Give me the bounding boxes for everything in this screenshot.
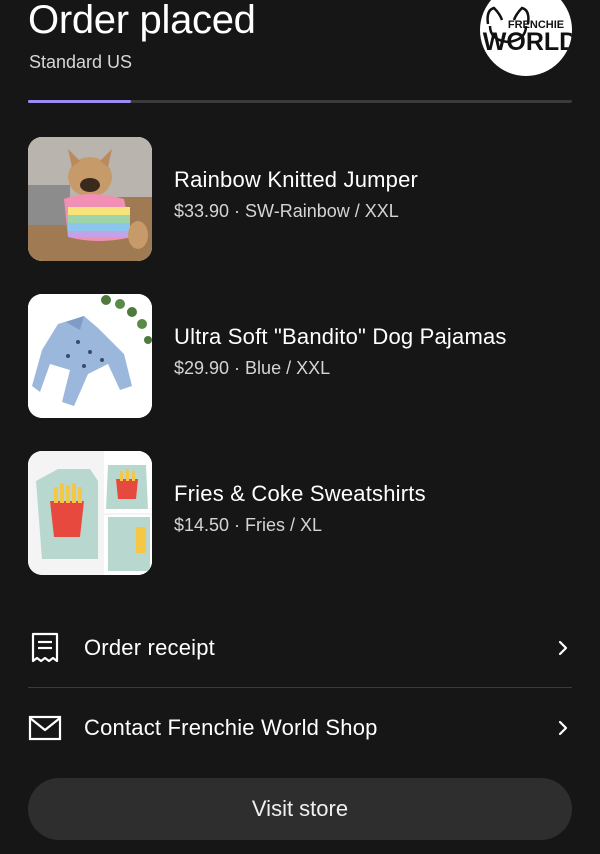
order-progress-bar [28, 100, 572, 103]
item-price-variant: $33.90 · SW-Rainbow / XXL [174, 201, 399, 221]
order-item[interactable]: Rainbow Knitted Jumper $33.90 · SW-Rainb… [28, 137, 572, 261]
item-price-variant: $29.90 · Blue / XXL [174, 358, 331, 378]
chevron-right-icon [558, 720, 568, 736]
divider [28, 687, 572, 688]
envelope-icon [28, 715, 62, 741]
item-name: Fries & Coke Sweatshirts [174, 481, 426, 506]
product-image-bandito-pajamas [28, 294, 152, 418]
order-item[interactable]: Fries & Coke Sweatshirts $14.50 · Fries … [28, 451, 572, 575]
item-name: Ultra Soft "Bandito" Dog Pajamas [174, 324, 507, 349]
order-progress-fill [28, 100, 132, 103]
item-price-variant: $14.50 · Fries / XL [174, 515, 323, 535]
product-image-fries-sweatshirt [28, 451, 152, 575]
page-title: Order placed [28, 0, 256, 42]
chevron-right-icon [558, 640, 568, 656]
item-name: Rainbow Knitted Jumper [174, 167, 419, 192]
logo-text-bottom: WORLD [483, 28, 572, 56]
contact-shop-row[interactable]: Contact Frenchie World Shop [28, 698, 572, 758]
receipt-icon [31, 632, 59, 663]
frenchie-world-logo-icon: FRENCHIE WORLD [483, 6, 572, 56]
store-logo[interactable]: FRENCHIE WORLD [480, 0, 572, 76]
product-image-rainbow-jumper [28, 137, 152, 261]
order-receipt-row[interactable]: Order receipt [28, 618, 572, 678]
contact-shop-label: Contact Frenchie World Shop [84, 715, 378, 740]
header: Order placed Standard US FRENCHIE WORLD [28, 0, 572, 100]
shipping-method: Standard US [29, 52, 133, 72]
order-receipt-label: Order receipt [84, 635, 215, 660]
order-item[interactable]: Ultra Soft "Bandito" Dog Pajamas $29.90 … [28, 294, 572, 418]
visit-store-button[interactable]: Visit store [28, 778, 572, 840]
